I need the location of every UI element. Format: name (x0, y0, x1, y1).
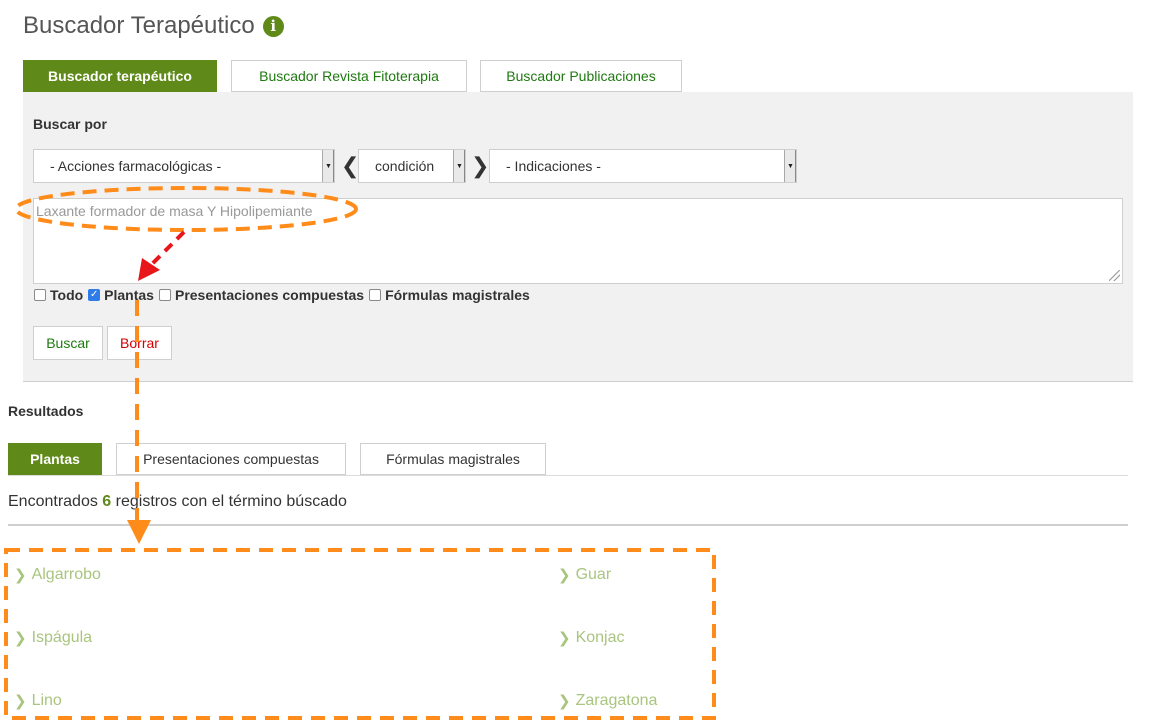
filter-presentaciones-label: Presentaciones compuestas (174, 287, 365, 303)
result-label: Lino (31, 692, 62, 709)
checkbox-formulas[interactable] (369, 289, 382, 301)
tab-buscador-terapeutico[interactable]: Buscador terapéutico (23, 60, 217, 92)
buscar-button[interactable]: Buscar (33, 326, 103, 360)
buscar-por-label: Buscar por (33, 116, 107, 132)
result-item-konjac[interactable]: ❯ Konjac (558, 629, 625, 647)
info-icon[interactable]: i (262, 15, 284, 37)
page-title: Buscador Terapéutico i (23, 12, 284, 40)
chevron-right-icon: ❯ (558, 693, 571, 710)
result-item-ispagula[interactable]: ❯ Ispágula (14, 629, 92, 647)
found-count: 6 (102, 493, 112, 510)
filter-plantas[interactable]: ✓ Plantas (88, 287, 154, 303)
resize-grip-icon[interactable] (1109, 270, 1120, 281)
result-item-algarrobo[interactable]: ❯ Algarrobo (14, 566, 101, 584)
chevron-right-icon: ❯ (14, 630, 27, 647)
dropdown-arrow-icon: ▼ (784, 150, 796, 182)
borrar-button[interactable]: Borrar (107, 326, 172, 360)
chevron-left-icon: ❮ (341, 153, 360, 178)
filter-plantas-label: Plantas (104, 287, 154, 303)
found-prefix: Encontrados (8, 493, 98, 510)
tab-buscador-revista-fitoterapia[interactable]: Buscador Revista Fitoterapia (231, 60, 467, 92)
filter-todo-label: Todo (50, 287, 84, 303)
filter-presentaciones[interactable]: Presentaciones compuestas (158, 287, 365, 303)
tab-buscador-publicaciones[interactable]: Buscador Publicaciones (480, 60, 682, 92)
found-summary: Encontrados 6 registros con el término b… (8, 493, 347, 511)
result-label: Ispágula (31, 629, 93, 646)
results-divider (8, 524, 1128, 526)
acciones-select-value: - Acciones farmacológicas - (50, 158, 222, 174)
checkbox-presentaciones[interactable] (158, 289, 171, 301)
filter-formulas-label: Fórmulas magistrales (385, 287, 530, 303)
chevron-right-icon: ❯ (471, 153, 490, 178)
chevron-right-icon: ❯ (14, 567, 27, 584)
resultados-label: Resultados (8, 403, 84, 419)
acciones-farmacologicas-select[interactable]: - Acciones farmacológicas - ▼ (33, 149, 335, 183)
filter-todo[interactable]: Todo (34, 287, 83, 303)
condicion-select-value: condición (375, 158, 435, 174)
search-textarea-value: Laxante formador de masa Y Hipolipemiant… (36, 203, 313, 219)
result-label: Algarrobo (31, 566, 101, 583)
tab-results-presentaciones[interactable]: Presentaciones compuestas (116, 443, 346, 475)
filter-checkboxes: Todo ✓ Plantas Presentaciones compuestas… (34, 287, 535, 303)
tab-results-plantas[interactable]: Plantas (8, 443, 102, 475)
result-item-zaragatona[interactable]: ❯ Zaragatona (558, 692, 657, 710)
indicaciones-select[interactable]: - Indicaciones - ▼ (489, 149, 797, 183)
chevron-right-icon: ❯ (558, 567, 571, 584)
search-textarea[interactable]: Laxante formador de masa Y Hipolipemiant… (33, 198, 1123, 284)
checkbox-plantas[interactable]: ✓ (88, 289, 101, 301)
found-suffix: registros con el término búscado (115, 493, 347, 510)
filter-formulas[interactable]: Fórmulas magistrales (369, 287, 530, 303)
result-label: Zaragatona (575, 692, 658, 709)
tabs-divider (8, 475, 1128, 476)
condicion-select[interactable]: condición ▼ (358, 149, 466, 183)
chevron-right-icon: ❯ (14, 693, 27, 710)
tab-results-formulas[interactable]: Fórmulas magistrales (360, 443, 546, 475)
checkbox-todo[interactable] (34, 289, 46, 301)
search-panel: Buscar por - Acciones farmacológicas - ▼… (23, 92, 1133, 382)
dropdown-arrow-icon: ▼ (453, 150, 465, 182)
chevron-right-icon: ❯ (558, 630, 571, 647)
result-item-guar[interactable]: ❯ Guar (558, 566, 611, 584)
result-label: Guar (575, 566, 612, 583)
dropdown-arrow-icon: ▼ (322, 150, 334, 182)
result-item-lino[interactable]: ❯ Lino (14, 692, 62, 710)
result-label: Konjac (575, 629, 625, 646)
page-title-text: Buscador Terapéutico (23, 12, 255, 39)
indicaciones-select-value: - Indicaciones - (506, 158, 601, 174)
